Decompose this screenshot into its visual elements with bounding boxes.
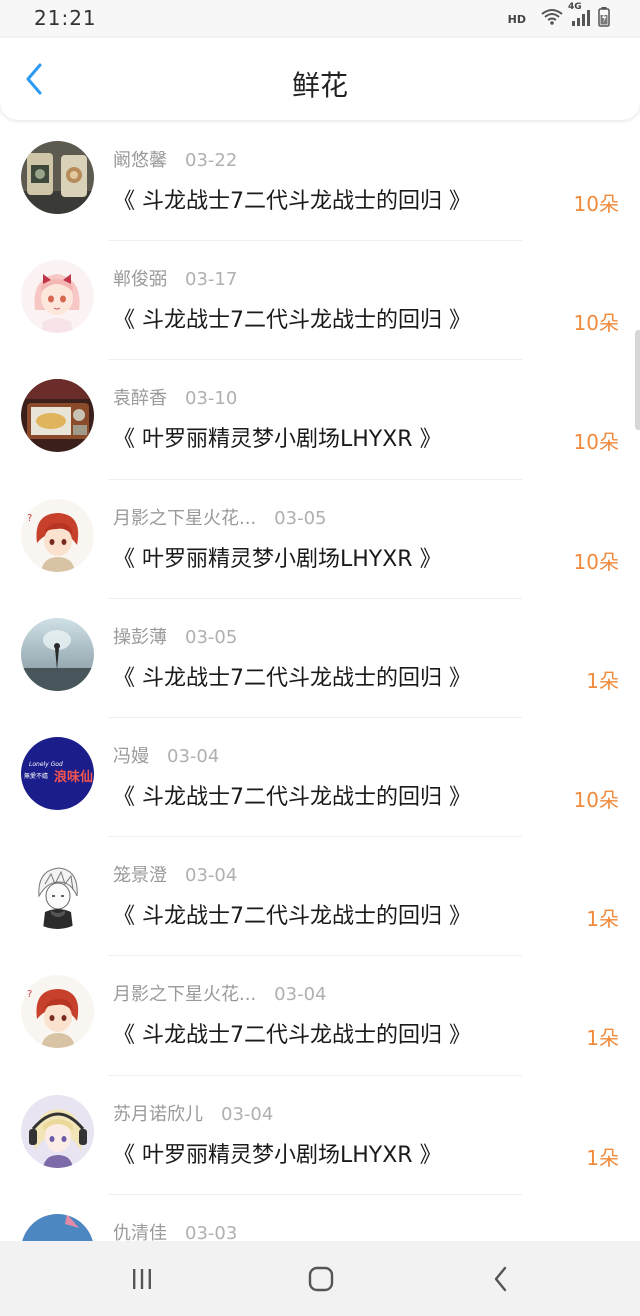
record-meta: 郸俊弼 03-17	[113, 265, 237, 291]
flower-record-list: 阚悠馨 03-22 《 斗龙战士7二代斗龙战士的回归 》 10朵 郸俊弼 03-17	[0, 122, 640, 1314]
username[interactable]: 月影之下星火花...	[113, 984, 256, 1005]
list-item[interactable]: 操彭薄 03-05 《 斗龙战士7二代斗龙战士的回归 》 1朵	[0, 599, 640, 718]
username[interactable]: 袁醉香	[113, 388, 167, 409]
username[interactable]: 郸俊弼	[113, 269, 167, 290]
wifi-icon	[540, 8, 564, 30]
back-icon[interactable]	[481, 1261, 521, 1297]
avatar[interactable]: Lonely God 無愛不嬉 浪味仙	[21, 736, 94, 810]
home-icon[interactable]	[301, 1261, 341, 1297]
avatar[interactable]	[21, 141, 94, 214]
avatar[interactable]	[21, 260, 94, 334]
list-item[interactable]: 苏月诺欣儿 03-04 《 叶罗丽精灵梦小剧场LHYXR 》 1朵	[0, 1076, 640, 1195]
svg-text:?: ?	[27, 989, 32, 1000]
list-item[interactable]: 郸俊弼 03-17 《 斗龙战士7二代斗龙战士的回归 》 10朵	[0, 241, 640, 361]
navigation-bar	[0, 1241, 640, 1316]
recent-apps-icon[interactable]	[122, 1261, 162, 1297]
work-title[interactable]: 《 斗龙战士7二代斗龙战士的回归 》	[113, 1017, 471, 1049]
record-meta: 袁醉香 03-10	[113, 384, 237, 410]
record-date: 03-04	[274, 984, 327, 1006]
battery-icon	[598, 7, 610, 31]
list-item[interactable]: 阚悠馨 03-22 《 斗龙战士7二代斗龙战士的回归 》 10朵	[0, 122, 640, 242]
header: 鲜花	[0, 38, 640, 120]
flower-count: 10朵	[573, 192, 619, 216]
hd-label: HD	[507, 12, 526, 26]
record-date: 03-04	[185, 865, 238, 887]
flower-count: 1朵	[586, 1026, 619, 1051]
record-meta: 苏月诺欣儿 03-04	[113, 1100, 273, 1126]
work-title[interactable]: 《 斗龙战士7二代斗龙战士的回归 》	[113, 898, 471, 930]
record-date: 03-04	[221, 1103, 274, 1125]
work-title[interactable]: 《 斗龙战士7二代斗龙战士的回归 》	[113, 660, 471, 692]
list-item[interactable]: Lonely God 無愛不嬉 浪味仙 冯嫚 03-04 《 斗龙战士7二代斗龙战…	[0, 718, 640, 838]
record-date: 03-04	[167, 745, 220, 767]
record-meta: 操彭薄 03-05	[113, 623, 237, 649]
list-item[interactable]: 袁醉香 03-10 《 叶罗丽精灵梦小剧场LHYXR 》 10朵	[0, 360, 640, 480]
username[interactable]: 苏月诺欣儿	[113, 1104, 203, 1125]
scroll-indicator[interactable]	[635, 330, 640, 430]
list-item[interactable]: ? 月影之下星火花... 03-05 《 叶罗丽精灵梦小剧场LHYXR 》 10朵	[0, 480, 640, 599]
flower-count: 10朵	[573, 549, 619, 574]
username[interactable]: 冯嫚	[113, 746, 149, 767]
record-meta: 冯嫚 03-04	[113, 742, 219, 768]
record-date: 03-17	[185, 269, 238, 291]
record-date: 03-05	[185, 626, 238, 648]
avatar[interactable]	[21, 379, 94, 453]
avatar[interactable]: ?	[21, 975, 94, 1049]
record-date: 03-10	[185, 388, 238, 410]
work-title[interactable]: 《 斗龙战士7二代斗龙战士的回归 》	[113, 183, 471, 215]
avatar-text-side: 無愛不嬉	[24, 772, 49, 780]
flower-count: 10朵	[573, 311, 619, 336]
record-meta: 笼景澄 03-04	[113, 861, 237, 887]
avatar[interactable]	[21, 1094, 94, 1168]
record-date: 03-22	[185, 150, 238, 171]
username[interactable]: 操彭薄	[113, 627, 167, 648]
record-meta: 阚悠馨 03-22	[113, 146, 237, 172]
record-meta: 月影之下星火花... 03-04	[113, 980, 326, 1006]
cellular-signal-icon: 4G	[568, 2, 592, 30]
username[interactable]: 阚悠馨	[113, 150, 167, 171]
flower-count: 10朵	[573, 787, 619, 812]
record-meta: 月影之下星火花... 03-05	[113, 504, 326, 530]
list-item[interactable]: 笼景澄 03-04 《 斗龙战士7二代斗龙战士的回归 》 1朵	[0, 837, 640, 957]
username[interactable]: 笼景澄	[113, 865, 167, 886]
status-icons: HD 4G	[507, 2, 610, 31]
network-label: 4G	[568, 2, 582, 12]
avatar[interactable]: ?	[21, 498, 94, 572]
work-title[interactable]: 《 斗龙战士7二代斗龙战士的回归 》	[113, 302, 471, 334]
status-time: 21:21	[34, 6, 97, 30]
list-item[interactable]: ? 月影之下星火花... 03-04 《 斗龙战士7二代斗龙战士的回归 》 1朵	[0, 956, 640, 1076]
avatar[interactable]	[21, 856, 94, 930]
username[interactable]: 月影之下星火花...	[113, 508, 256, 529]
work-title[interactable]: 《 叶罗丽精灵梦小剧场LHYXR 》	[113, 421, 442, 453]
avatar[interactable]	[21, 617, 94, 691]
status-bar: 21:21 HD 4G	[0, 0, 640, 38]
flower-count: 1朵	[586, 1145, 619, 1170]
page-title: 鲜花	[291, 69, 348, 102]
flower-count: 1朵	[586, 668, 619, 693]
work-title[interactable]: 《 叶罗丽精灵梦小剧场LHYXR 》	[113, 1137, 442, 1169]
flower-count: 10朵	[573, 430, 619, 455]
avatar-text-main: 浪味仙	[54, 769, 94, 785]
record-date: 03-05	[274, 507, 327, 529]
flower-count: 1朵	[586, 907, 619, 932]
svg-text:?: ?	[27, 513, 32, 524]
work-title[interactable]: 《 斗龙战士7二代斗龙战士的回归 》	[113, 779, 471, 811]
work-title[interactable]: 《 叶罗丽精灵梦小剧场LHYXR 》	[113, 541, 442, 573]
